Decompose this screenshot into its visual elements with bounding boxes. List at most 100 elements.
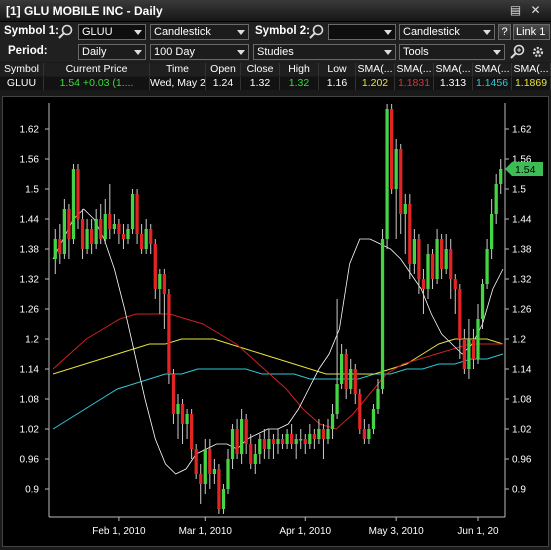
candle-body bbox=[203, 449, 207, 484]
candle-body bbox=[353, 369, 357, 394]
candle-body bbox=[190, 414, 194, 449]
x-tick-label: Mar 1, 2010 bbox=[179, 526, 233, 537]
chart-type1-value: Candlestick bbox=[154, 26, 211, 38]
y-tick-label: 1.32 bbox=[20, 275, 40, 286]
window-title: [1] GLU MOBILE INC - Daily bbox=[6, 4, 163, 18]
y-tick-label: 1.08 bbox=[20, 395, 40, 406]
candle-body bbox=[153, 244, 157, 289]
quote-value-cell: 1.1831 bbox=[395, 77, 434, 90]
candle-body bbox=[217, 469, 221, 509]
search-icon[interactable] bbox=[308, 24, 326, 40]
quote-header-cell: Current Price bbox=[44, 63, 150, 76]
candle-body bbox=[67, 209, 71, 239]
quote-value-cell: 1.32 bbox=[241, 77, 280, 90]
candle-body bbox=[135, 194, 139, 234]
candle-body bbox=[244, 419, 248, 444]
candle-body bbox=[58, 239, 62, 254]
period-select[interactable]: Daily bbox=[78, 44, 146, 60]
chevron-down-icon bbox=[384, 50, 392, 55]
quote-header-cell: Low bbox=[319, 63, 356, 76]
candle-body bbox=[458, 289, 462, 339]
x-tick-label: Feb 1, 2010 bbox=[92, 526, 146, 537]
candle-body bbox=[85, 229, 89, 249]
range-value: 100 Day bbox=[154, 46, 195, 58]
candlestick-chart[interactable]: 0.9 0.9 0.96 0.96 1.02 1.02 1.08 1.08 1.14 1.14 1.… bbox=[3, 97, 548, 546]
y-tick-label: 1.2 bbox=[512, 335, 526, 346]
chevron-down-icon bbox=[134, 50, 142, 55]
link-button[interactable]: Link 1 bbox=[513, 24, 550, 40]
candle-body bbox=[494, 184, 498, 214]
price-chart[interactable]: 0.9 0.9 0.96 0.96 1.02 1.02 1.08 1.08 1.14 1.14 1.… bbox=[2, 96, 549, 547]
studies-select[interactable]: Studies bbox=[253, 44, 396, 60]
candle-body bbox=[367, 429, 371, 439]
quote-value-cell: GLUU bbox=[0, 77, 44, 90]
settings-icon[interactable] bbox=[529, 44, 547, 60]
y-tick-label: 1.32 bbox=[512, 275, 532, 286]
chart-type2-value: Candlestick bbox=[403, 26, 460, 38]
quote-value-cell: 1.54 +0.03 (1.... bbox=[44, 77, 150, 90]
candle-body bbox=[340, 354, 344, 384]
candle-body bbox=[167, 294, 171, 374]
quote-header-cell: Symbol bbox=[0, 63, 44, 76]
candle-body bbox=[130, 194, 135, 229]
close-icon[interactable]: ✕ bbox=[528, 3, 543, 18]
quote-header-cell: SMA(... bbox=[434, 63, 473, 76]
candle-body bbox=[290, 434, 294, 444]
candle-body bbox=[171, 374, 176, 414]
candle-body bbox=[144, 229, 148, 249]
candle-body bbox=[308, 434, 312, 444]
quote-header-cell: High bbox=[280, 63, 319, 76]
candle-body bbox=[185, 414, 189, 424]
chart-type2-select[interactable]: Candlestick bbox=[399, 24, 495, 40]
tools-select[interactable]: Tools bbox=[399, 44, 505, 60]
candle-body bbox=[471, 339, 476, 359]
candle-body bbox=[403, 204, 407, 214]
zoom-icon[interactable] bbox=[509, 44, 527, 60]
chart-type1-select[interactable]: Candlestick bbox=[150, 24, 249, 40]
candle-body bbox=[162, 274, 166, 294]
help-button[interactable]: ? bbox=[498, 24, 511, 40]
symbol2-input[interactable] bbox=[328, 24, 396, 40]
y-tick-label: 1.44 bbox=[512, 215, 532, 226]
candle-body bbox=[376, 389, 380, 409]
symbol1-input[interactable]: GLUU bbox=[78, 24, 146, 40]
y-tick-label: 1.38 bbox=[512, 245, 532, 256]
x-tick-label: Apr 1, 2010 bbox=[279, 526, 331, 537]
candle-body bbox=[226, 459, 230, 489]
chevron-down-icon bbox=[134, 30, 142, 35]
candle-body bbox=[380, 239, 385, 389]
sma-red-line bbox=[52, 313, 503, 430]
candle-body bbox=[194, 449, 198, 474]
y-tick-label: 1.02 bbox=[20, 425, 40, 436]
candle-body bbox=[62, 209, 66, 254]
y-tick-label: 0.96 bbox=[512, 455, 532, 466]
menu-icon[interactable]: ▤ bbox=[508, 3, 523, 18]
candle-body bbox=[426, 254, 430, 289]
candle-body bbox=[221, 489, 226, 509]
candle-body bbox=[176, 404, 180, 414]
candle-body bbox=[80, 219, 85, 249]
candle-body bbox=[117, 224, 121, 234]
symbol1-label: Symbol 1: bbox=[4, 25, 59, 37]
y-tick-label: 1.14 bbox=[20, 365, 40, 376]
quote-value-cell: 1.32 bbox=[280, 77, 319, 90]
y-tick-label: 0.96 bbox=[20, 455, 40, 466]
y-tick-label: 1.62 bbox=[512, 125, 532, 136]
candle-body bbox=[271, 439, 276, 444]
period-label: Period: bbox=[8, 45, 48, 57]
x-tick-label: Jun 1, 20 bbox=[457, 526, 499, 537]
candle-body bbox=[108, 214, 112, 229]
y-tick-label: 1.5 bbox=[25, 185, 39, 196]
range-select[interactable]: 100 Day bbox=[150, 44, 249, 60]
candle-body bbox=[235, 429, 239, 454]
candle-body bbox=[253, 454, 257, 464]
candle-body bbox=[344, 354, 348, 389]
candle-body bbox=[262, 439, 266, 449]
candle-body bbox=[317, 429, 321, 439]
search-icon[interactable] bbox=[57, 24, 75, 40]
candle-body bbox=[430, 254, 435, 279]
candle-body bbox=[212, 469, 216, 474]
candle-body bbox=[149, 229, 153, 244]
candle-body bbox=[326, 429, 330, 439]
quote-value-row: GLUU 1.54 +0.03 (1.... Wed, May 2... 1.2… bbox=[0, 77, 551, 90]
